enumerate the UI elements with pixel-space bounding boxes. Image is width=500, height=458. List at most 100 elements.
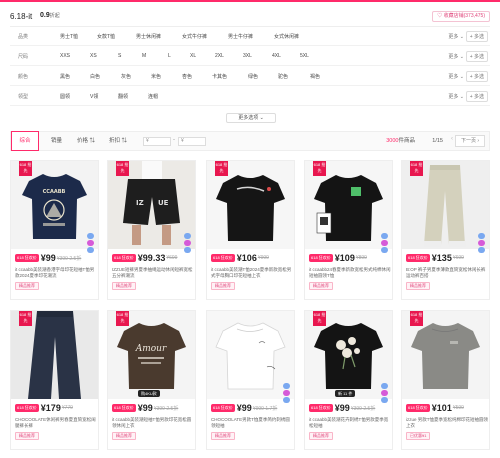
sort-bar: 综合 销量 价格 ⇅ 折扣 ⇅ ¥ - ¥ 3000件商品 1/15 ‹ 下一页… <box>10 131 490 151</box>
product-card[interactable]: Amour 618 抢先 购4KU款 618 狂欢价 ¥99¥399 2.5折 i… <box>107 310 196 450</box>
color-swatches[interactable] <box>283 383 291 404</box>
product-card[interactable]: 618 抢先 618 狂欢价 ¥109¥899 it ccaabb24春夏季新款宽… <box>304 160 393 300</box>
filter-option[interactable]: 男士休闲裤 <box>136 33 161 40</box>
original-price: ¥899 <box>355 255 367 261</box>
product-card[interactable]: 618 抢先 新 11 件 618 狂欢价 ¥99¥399 2.5折 it cca… <box>304 310 393 450</box>
filter-option[interactable]: V领 <box>90 93 98 100</box>
filter-option[interactable]: 2XL <box>215 53 224 59</box>
product-title[interactable]: it ccaabb美装潮花卉刺绣T恤男款夏季宽松短袖 <box>309 417 391 429</box>
price-min-input[interactable]: ¥ <box>143 137 171 146</box>
filter-row-collar: 领型 圆领 V领 翻领 连帽 更多 ⌄ + 多选 <box>10 87 490 106</box>
product-card[interactable]: IZ UE 618 抢先 618 狂欢价 ¥99.33¥699 IZZUE短裤男夏… <box>107 160 196 300</box>
filter-option[interactable]: 女款T恤 <box>97 33 115 40</box>
filter-option[interactable]: 女式休闲裤 <box>274 33 299 40</box>
product-title[interactable]: CHOCOOLATE休闲裤男春夏直筒宽松阔腿裤长裤 <box>15 417 97 429</box>
original-price: ¥699 <box>166 255 178 261</box>
product-title[interactable]: izzue 男款T恤夏季宽松纯棉印花短袖圆领上衣 <box>406 417 488 429</box>
filter-row-category: 品类 男士T恤 女款T恤 男士休闲裤 女式牛仔裤 男士牛仔裤 女式休闲裤 更多 … <box>10 27 490 46</box>
filter-option[interactable]: XS <box>90 53 97 59</box>
more-toggle[interactable]: 更多 ⌄ <box>448 33 464 40</box>
filter-option[interactable]: S <box>118 53 121 59</box>
color-swatches[interactable] <box>478 233 486 254</box>
filter-option[interactable]: 翻领 <box>118 93 128 100</box>
product-title[interactable]: it ccaabb24春夏季新款宽松男式纯棉休闲短袖圆领T恤 <box>309 267 391 279</box>
sort-tab-price[interactable]: 价格 ⇅ <box>71 132 101 150</box>
recommend-badge: 精品推荐 <box>15 282 39 290</box>
filter-option[interactable]: 白色 <box>90 73 100 80</box>
multi-select-button[interactable]: + 多选 <box>465 71 488 82</box>
filter-option[interactable]: 米色 <box>151 73 161 80</box>
filter-option[interactable]: 杏色 <box>182 73 192 80</box>
more-toggle[interactable]: 更多 ⌄ <box>448 93 464 100</box>
recommend-badge: 精品推荐 <box>309 282 333 290</box>
filter-option[interactable]: 男士牛仔裤 <box>228 33 253 40</box>
multi-select-button[interactable]: + 多选 <box>465 31 488 42</box>
svg-text:UE: UE <box>158 199 169 207</box>
result-count-number: 3000 <box>386 138 399 144</box>
promo-discount-suffix: 折起 <box>49 13 60 19</box>
product-card[interactable]: 618 抢先 618 狂欢价 ¥106¥999 it ccaabb美装潮T恤202… <box>206 160 295 300</box>
filter-option[interactable]: XXS <box>60 53 70 59</box>
filter-option[interactable]: 4XL <box>272 53 281 59</box>
sort-tab-sales[interactable]: 销量 <box>45 132 68 150</box>
more-options-button[interactable]: 更多选项 ⌄ <box>226 113 276 123</box>
color-swatches[interactable] <box>184 233 192 254</box>
product-title[interactable]: B:OP 裤子男夏季薄款直筒宽松休闲长裤运动裤百搭 <box>406 267 488 279</box>
next-page-button[interactable]: 下一页 › <box>455 135 485 147</box>
more-toggle[interactable]: 更多 ⌄ <box>448 53 464 60</box>
event-tag: 618 狂欢价 <box>112 254 136 262</box>
recommend-badge: 精品推荐 <box>15 432 39 440</box>
multi-select-button[interactable]: + 多选 <box>465 51 488 62</box>
color-swatches[interactable] <box>87 233 95 254</box>
filter-option[interactable]: 驼色 <box>278 73 288 80</box>
product-title[interactable]: CHOCOOLATE男款T恤夏季简约刺绣圆领短袖 <box>211 417 293 429</box>
filter-option[interactable]: 绿色 <box>248 73 258 80</box>
product-image[interactable] <box>207 311 294 399</box>
more-toggle[interactable]: 更多 ⌄ <box>448 73 464 80</box>
product-title[interactable]: IZZUE短裤男夏季抽绳运动休闲短裤宽松五分裤潮流 <box>112 267 194 279</box>
filter-option[interactable]: 女式牛仔裤 <box>182 33 207 40</box>
price-row: 618 狂欢价 ¥109¥899 <box>309 253 367 264</box>
result-count-suffix: 件商品 <box>398 138 415 144</box>
filter-option[interactable]: 灰色 <box>121 73 131 80</box>
product-card[interactable]: 618 狂欢价 ¥99¥999 1.7折 CHOCOOLATE男款T恤夏季简约刺绣… <box>206 310 295 450</box>
price-max-input[interactable]: ¥ <box>178 137 206 146</box>
filter-row-size: 尺码 XXS XS S M L XL 2XL 3XL 4XL 5XL 更多 ⌄ … <box>10 47 490 66</box>
event-tag: 618 狂欢价 <box>309 404 333 412</box>
page-indicator: 1/15 <box>432 138 443 144</box>
event-tag: 618 狂欢价 <box>211 404 235 412</box>
product-card[interactable]: CCAABB 618 抢先 618 狂欢价 ¥99¥399 2.5折 it cca… <box>10 160 99 300</box>
product-card[interactable]: 618 抢先 618 狂欢价 ¥179¥779 CHOCOOLATE休闲裤男春夏直… <box>10 310 99 450</box>
prev-page-button[interactable]: ‹ <box>451 136 453 142</box>
filter-label: 品类 <box>18 34 29 40</box>
product-card[interactable]: 618 抢先 618 狂欢价 ¥101¥599 izzue 男款T恤夏季宽松纯棉印… <box>401 310 490 450</box>
price-row: 618 狂欢价 ¥135¥699 <box>406 253 464 264</box>
filter-option[interactable]: 圆领 <box>60 93 70 100</box>
product-title[interactable]: it ccaabb美装潮T恤2024夏季新款宽松男式字母胸口印花短袖上衣 <box>211 267 293 279</box>
original-price: ¥779 <box>61 405 73 411</box>
color-swatches[interactable] <box>381 233 389 254</box>
product-title[interactable]: it ccaabb美装潮短袖T恤男款印花宽松圆领休闲上衣 <box>112 417 194 429</box>
sort-tab-discount[interactable]: 折扣 ⇅ <box>103 132 133 150</box>
filter-option[interactable]: 卡其色 <box>212 73 227 80</box>
original-price: ¥999 <box>257 255 269 261</box>
spec-bubble: 购4KU款 <box>138 390 160 397</box>
filter-option[interactable]: 5XL <box>300 53 309 59</box>
filter-option[interactable]: L <box>168 53 171 59</box>
filter-option[interactable]: 男士T恤 <box>60 33 78 40</box>
white-tshirt-image <box>207 311 294 399</box>
favorite-store-button[interactable]: ♡ 收藏店铺(373,475) <box>432 11 490 22</box>
filter-option[interactable]: 3XL <box>243 53 252 59</box>
filter-option[interactable]: 褐色 <box>310 73 320 80</box>
sort-tab-default[interactable]: 综合 <box>11 131 39 151</box>
product-title[interactable]: it ccaabb美装潮香港字母印花短袖T恤男款2024夏季印花潮流 <box>15 267 97 279</box>
multi-select-button[interactable]: + 多选 <box>465 91 488 102</box>
color-swatches[interactable] <box>381 383 389 404</box>
product-card[interactable]: 618 抢先 618 狂欢价 ¥135¥699 B:OP 裤子男夏季薄款直筒宽松休… <box>401 160 490 300</box>
recommend-badge: 精品推荐 <box>112 432 136 440</box>
filter-option[interactable]: 黑色 <box>60 73 70 80</box>
filter-option[interactable]: 连帽 <box>148 93 158 100</box>
filter-option[interactable]: M <box>142 53 146 59</box>
filter-option[interactable]: XL <box>190 53 196 59</box>
event-tag: 618 狂欢价 <box>309 254 333 262</box>
